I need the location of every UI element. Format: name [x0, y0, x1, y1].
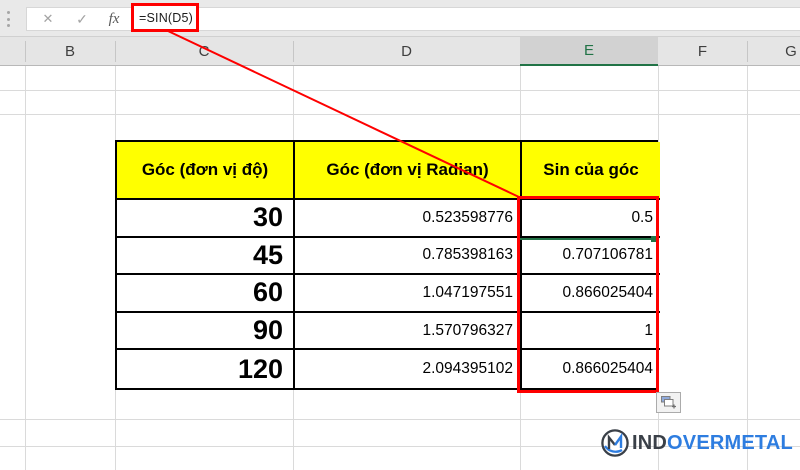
table-cell[interactable]: 0.866025404	[522, 275, 660, 313]
table-cell[interactable]: 45	[117, 237, 295, 276]
formula-text: =SIN(D5)	[139, 10, 194, 25]
gridline	[747, 66, 748, 470]
table-cell[interactable]: 0.866025404	[522, 350, 660, 388]
selected-cell-border	[520, 238, 657, 240]
gridline	[0, 90, 800, 91]
column-header-d[interactable]: D	[293, 37, 520, 65]
sin-table: Góc (đơn vị độ) Góc (đơn vị Radian) Sin …	[115, 140, 660, 390]
gridline	[25, 66, 26, 470]
sheet-grid[interactable]: Góc (đơn vị độ) Góc (đơn vị Radian) Sin …	[0, 66, 800, 470]
table-cell[interactable]: 0.523598776	[295, 200, 522, 238]
table-cell[interactable]: 1.047197551	[295, 275, 522, 313]
formula-bar: ✕ ✓ fx =SIN(D5)	[0, 0, 800, 37]
excel-screenshot: ✕ ✓ fx =SIN(D5) B C D E F G Góc (đơn vị …	[0, 0, 800, 470]
watermark-text-blue: OVERMETAL	[667, 431, 793, 454]
column-header-e-selected[interactable]: E	[520, 37, 658, 66]
selection-fill-handle[interactable]	[651, 236, 657, 242]
formula-bar-grip[interactable]	[5, 11, 11, 27]
column-header-row: B C D E F G	[0, 37, 800, 66]
autofill-options-button[interactable]	[656, 392, 681, 413]
column-header-b[interactable]: B	[25, 37, 115, 65]
column-header-c[interactable]: C	[115, 37, 293, 65]
table-cell[interactable]: 90	[117, 312, 295, 351]
column-header-g[interactable]: G	[747, 37, 800, 65]
table-header-cell[interactable]: Góc (đơn vị Radian)	[295, 142, 522, 200]
table-cell[interactable]: 120	[117, 350, 295, 388]
column-header-f[interactable]: F	[658, 37, 747, 65]
watermark-text: INDOVERMETAL	[632, 432, 793, 455]
table-header-cell[interactable]: Sin của góc	[522, 142, 660, 200]
formula-input[interactable]: =SIN(D5)	[131, 3, 199, 32]
table-cell[interactable]: 1.570796327	[295, 312, 522, 351]
cancel-icon[interactable]: ✕	[31, 11, 65, 27]
table-header-cell[interactable]: Góc (đơn vị độ)	[117, 142, 295, 200]
gridline	[0, 419, 800, 420]
indovermetal-logo-icon	[601, 429, 629, 457]
enter-icon[interactable]: ✓	[65, 11, 99, 28]
table-cell[interactable]: 60	[117, 275, 295, 313]
watermark: INDOVERMETAL	[600, 427, 793, 459]
table-cell[interactable]: 30	[117, 200, 295, 238]
autofill-options-icon	[660, 396, 676, 409]
insert-function-icon[interactable]: fx	[99, 11, 129, 28]
gridline	[0, 114, 800, 115]
watermark-text-dark: IND	[632, 431, 668, 454]
table-cell[interactable]: 0.707106781	[522, 237, 660, 276]
table-cell[interactable]: 2.094395102	[295, 350, 522, 388]
table-cell[interactable]: 0.785398163	[295, 237, 522, 276]
table-cell[interactable]: 1	[522, 312, 660, 351]
table-cell[interactable]: 0.5	[522, 200, 660, 238]
